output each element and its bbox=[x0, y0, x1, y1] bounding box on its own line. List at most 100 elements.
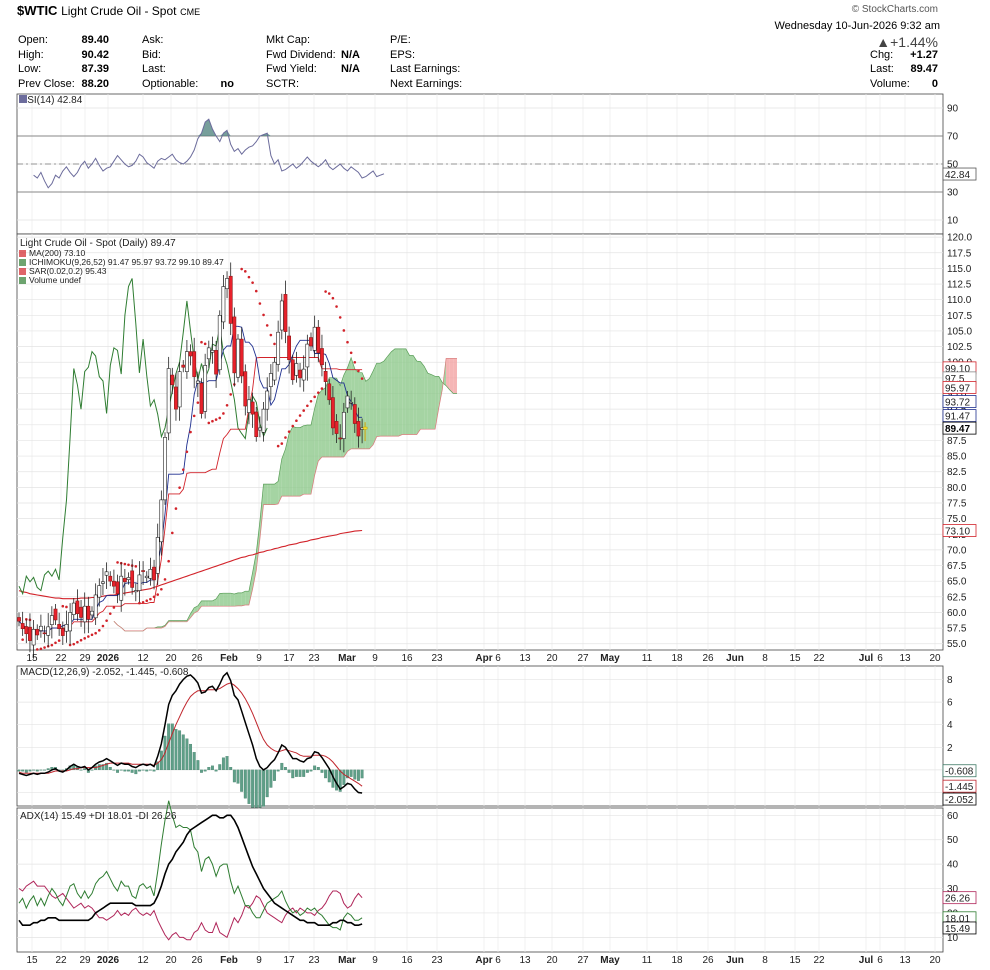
x-tick-label: 9 bbox=[256, 955, 262, 966]
ichimoku-cloud bbox=[289, 426, 293, 497]
x-tick-label: 15 bbox=[26, 955, 38, 966]
ichimoku-cloud bbox=[373, 363, 377, 445]
macd-right-label: -1.445 bbox=[945, 782, 974, 793]
sar-dot bbox=[331, 296, 335, 300]
ichimoku-cloud bbox=[420, 361, 425, 430]
sar-dot bbox=[284, 436, 287, 439]
sar-dot bbox=[211, 419, 214, 423]
candle-body bbox=[86, 605, 91, 620]
sar-dot bbox=[251, 281, 254, 284]
ichimoku-cloud bbox=[307, 424, 311, 495]
candle-body bbox=[236, 338, 240, 378]
candle-body bbox=[217, 315, 222, 371]
y-tick-label: 6 bbox=[947, 698, 953, 709]
macd-histogram-bar bbox=[43, 769, 46, 771]
x-tick-label: 9 bbox=[372, 955, 378, 966]
candle-body bbox=[298, 369, 302, 379]
ichimoku-cloud bbox=[394, 348, 399, 437]
x-tick-label: 23 bbox=[431, 955, 443, 966]
ichimoku-cloud bbox=[387, 351, 392, 437]
x-tick-label: 20 bbox=[165, 653, 177, 664]
macd-histogram-bar bbox=[108, 767, 112, 771]
sar-dot bbox=[178, 486, 181, 489]
macd-histogram-bar bbox=[28, 769, 32, 772]
macd-histogram-bar bbox=[247, 769, 251, 804]
x-tick-label: 27 bbox=[577, 955, 589, 966]
sar-dot bbox=[258, 302, 262, 305]
ichimoku-cloud bbox=[318, 390, 322, 462]
legend-swatch bbox=[19, 268, 26, 275]
candle-body bbox=[254, 411, 259, 437]
candle-body bbox=[119, 575, 124, 601]
macd-histogram-bar bbox=[342, 769, 346, 785]
y-tick-label: 87.5 bbox=[947, 436, 967, 447]
sar-dot bbox=[123, 562, 127, 566]
candle-body bbox=[276, 331, 281, 365]
macd-histogram-bar bbox=[298, 769, 302, 777]
macd-histogram-bar bbox=[273, 769, 276, 781]
legend-swatch bbox=[19, 277, 26, 284]
sar-dot bbox=[163, 578, 167, 581]
sar-dot bbox=[134, 565, 138, 568]
candle-body bbox=[68, 612, 73, 632]
sar-dot bbox=[152, 595, 156, 599]
candle-body bbox=[341, 411, 346, 439]
sar-dot bbox=[309, 399, 313, 403]
sar-dot bbox=[61, 604, 65, 608]
candle-body bbox=[301, 368, 306, 381]
ichimoku-cloud bbox=[219, 593, 224, 607]
sar-dot bbox=[298, 414, 302, 417]
candle-body bbox=[137, 574, 142, 591]
sar-dot bbox=[101, 624, 105, 628]
x-tick-label: Jun bbox=[726, 653, 744, 664]
sar-dot bbox=[247, 275, 251, 279]
candle-body bbox=[261, 408, 266, 433]
candle-body bbox=[108, 575, 113, 582]
ichimoku-cloud bbox=[223, 593, 228, 607]
y-tick-label: 40 bbox=[947, 860, 959, 871]
y-tick-label: 70 bbox=[947, 132, 959, 143]
sar-dot bbox=[207, 421, 211, 425]
x-tick-label: 9 bbox=[372, 653, 378, 664]
x-tick-label: 15 bbox=[26, 653, 38, 664]
sar-dot bbox=[222, 412, 225, 415]
candle-body bbox=[177, 371, 182, 408]
ichimoku-cloud bbox=[230, 593, 235, 607]
sar-dot bbox=[317, 391, 320, 394]
x-tick-label: 13 bbox=[519, 955, 531, 966]
macd-histogram-bar bbox=[276, 769, 280, 772]
macd-histogram-bar bbox=[46, 768, 50, 771]
ichimoku-cloud bbox=[416, 361, 421, 435]
x-tick-label: 20 bbox=[546, 653, 558, 664]
x-tick-label: 22 bbox=[813, 955, 825, 966]
ichimoku-cloud bbox=[391, 348, 395, 437]
macd-histogram-bar bbox=[185, 738, 189, 771]
x-tick-label: 12 bbox=[137, 955, 149, 966]
y-tick-label: 30 bbox=[947, 188, 959, 199]
sar-dot bbox=[171, 531, 174, 535]
sar-dot bbox=[200, 340, 203, 344]
sar-dot bbox=[287, 430, 291, 433]
ichimoku-cloud bbox=[369, 370, 374, 449]
sar-dot bbox=[313, 395, 316, 399]
candle-body bbox=[166, 368, 171, 434]
candle-body bbox=[53, 608, 58, 621]
x-tick-label: 26 bbox=[702, 955, 714, 966]
x-tick-label: 15 bbox=[789, 955, 801, 966]
candle-body bbox=[195, 380, 200, 384]
macd-histogram-bar bbox=[349, 769, 353, 777]
sar-dot bbox=[57, 639, 61, 642]
legend-swatch bbox=[19, 250, 26, 257]
x-tick-label: 6 bbox=[877, 955, 883, 966]
price-right-label: 93.72 bbox=[945, 398, 970, 409]
candle-body bbox=[290, 359, 295, 381]
macd-histogram-bar bbox=[148, 769, 152, 771]
macd-histogram-bar bbox=[254, 769, 258, 814]
x-tick-label: 20 bbox=[929, 653, 941, 664]
x-tick-label: 11 bbox=[642, 653, 653, 664]
x-tick-label: Mar bbox=[338, 653, 356, 664]
macd-histogram-bar bbox=[178, 730, 182, 771]
x-tick-label: 8 bbox=[762, 653, 768, 664]
candle-body bbox=[159, 499, 164, 543]
sar-dot bbox=[244, 270, 247, 273]
